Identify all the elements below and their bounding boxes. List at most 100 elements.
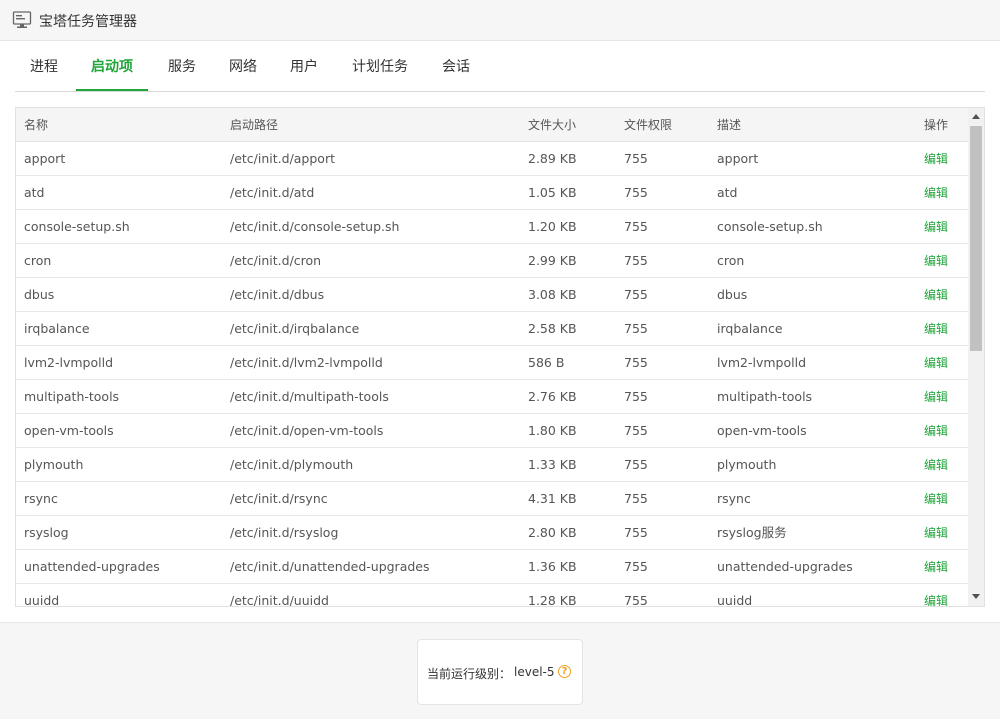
table-row: unattended-upgrades/etc/init.d/unattende… xyxy=(16,550,968,584)
table-row: atd/etc/init.d/atd 1.05 KB 755 atd 编辑 xyxy=(16,176,968,210)
header-path[interactable]: 启动路径 xyxy=(230,108,278,142)
edit-link[interactable]: 编辑 xyxy=(924,584,948,606)
cell-name: rsyslog xyxy=(24,525,69,540)
cell-path: /etc/init.d/apport xyxy=(230,151,335,166)
cell-size: 4.31 KB xyxy=(528,491,577,506)
scrollbar-thumb[interactable] xyxy=(970,126,982,351)
cell-description: open-vm-tools xyxy=(717,423,807,438)
cell-permission: 755 xyxy=(624,423,648,438)
monitor-icon xyxy=(12,11,32,28)
tab-users[interactable]: 用户 xyxy=(288,42,320,92)
edit-link[interactable]: 编辑 xyxy=(924,278,948,312)
cell-size: 1.33 KB xyxy=(528,457,577,472)
cell-description: uuidd xyxy=(717,593,753,607)
cell-name: open-vm-tools xyxy=(24,423,114,438)
cell-name: atd xyxy=(24,185,45,200)
cell-size: 1.20 KB xyxy=(528,219,577,234)
cell-name: cron xyxy=(24,253,52,268)
cell-path: /etc/init.d/unattended-upgrades xyxy=(230,559,430,574)
tab-startup[interactable]: 启动项 xyxy=(88,42,136,92)
cell-name: lvm2-lvmpolld xyxy=(24,355,114,370)
tab-network[interactable]: 网络 xyxy=(227,42,259,92)
table-row: open-vm-tools/etc/init.d/open-vm-tools 1.… xyxy=(16,414,968,448)
tab-services[interactable]: 服务 xyxy=(166,42,198,92)
cell-path: /etc/init.d/open-vm-tools xyxy=(230,423,384,438)
help-icon[interactable]: ? xyxy=(558,665,571,678)
scroll-down-arrow-icon[interactable] xyxy=(972,594,980,599)
edit-link[interactable]: 编辑 xyxy=(924,346,948,380)
run-level-box: 当前运行级别： level-5 ? xyxy=(417,639,583,705)
vertical-scrollbar[interactable] xyxy=(968,108,984,606)
cell-size: 1.80 KB xyxy=(528,423,577,438)
active-tab-indicator xyxy=(76,89,148,91)
edit-link[interactable]: 编辑 xyxy=(924,380,948,414)
cell-description: apport xyxy=(717,151,759,166)
cell-permission: 755 xyxy=(624,321,648,336)
header-description[interactable]: 描述 xyxy=(717,108,741,142)
cell-path: /etc/init.d/multipath-tools xyxy=(230,389,389,404)
run-level-label: 当前运行级别： xyxy=(427,667,512,681)
cell-path: /etc/init.d/rsyslog xyxy=(230,525,339,540)
header-size[interactable]: 文件大小 xyxy=(528,108,576,142)
table-row: rsync/etc/init.d/rsync 4.31 KB 755 rsync 编辑 xyxy=(16,482,968,516)
cell-name: plymouth xyxy=(24,457,84,472)
cell-permission: 755 xyxy=(624,525,648,540)
header-permission[interactable]: 文件权限 xyxy=(624,108,672,142)
cell-permission: 755 xyxy=(624,151,648,166)
tab-scheduled-tasks[interactable]: 计划任务 xyxy=(350,42,410,92)
cell-name: dbus xyxy=(24,287,55,302)
cell-permission: 755 xyxy=(624,559,648,574)
edit-link[interactable]: 编辑 xyxy=(924,482,948,516)
cell-size: 2.58 KB xyxy=(528,321,577,336)
table-row: irqbalance/etc/init.d/irqbalance 2.58 KB 7… xyxy=(16,312,968,346)
cell-description: unattended-upgrades xyxy=(717,559,853,574)
cell-size: 2.80 KB xyxy=(528,525,577,540)
table-row: console-setup.sh/etc/init.d/console-setu… xyxy=(16,210,968,244)
cell-permission: 755 xyxy=(624,355,648,370)
cell-name: uuidd xyxy=(24,593,60,607)
edit-link[interactable]: 编辑 xyxy=(924,516,948,550)
table-row: cron/etc/init.d/cron 2.99 KB 755 cron 编辑 xyxy=(16,244,968,278)
cell-permission: 755 xyxy=(624,219,648,234)
cell-name: unattended-upgrades xyxy=(24,559,160,574)
header-name[interactable]: 名称 xyxy=(24,108,48,142)
cell-size: 2.76 KB xyxy=(528,389,577,404)
cell-size: 1.36 KB xyxy=(528,559,577,574)
edit-link[interactable]: 编辑 xyxy=(924,550,948,584)
edit-link[interactable]: 编辑 xyxy=(924,142,948,176)
cell-permission: 755 xyxy=(624,287,648,302)
cell-description: dbus xyxy=(717,287,748,302)
title-bar: 宝塔任务管理器 xyxy=(0,0,1000,41)
cell-size: 3.08 KB xyxy=(528,287,577,302)
table-row: plymouth/etc/init.d/plymouth 1.33 KB 755 pl… xyxy=(16,448,968,482)
edit-link[interactable]: 编辑 xyxy=(924,176,948,210)
tab-processes[interactable]: 进程 xyxy=(28,42,60,92)
table-row: lvm2-lvmpolld/etc/init.d/lvm2-lvmpolld 58… xyxy=(16,346,968,380)
cell-path: /etc/init.d/lvm2-lvmpolld xyxy=(230,355,383,370)
scroll-up-arrow-icon[interactable] xyxy=(972,114,980,119)
cell-size: 1.28 KB xyxy=(528,593,577,607)
cell-name: console-setup.sh xyxy=(24,219,130,234)
edit-link[interactable]: 编辑 xyxy=(924,312,948,346)
table-row: dbus/etc/init.d/dbus 3.08 KB 755 dbus 编辑 xyxy=(16,278,968,312)
startup-table: 名称 启动路径 文件大小 文件权限 描述 操作 apport/etc/init.… xyxy=(15,107,985,607)
edit-link[interactable]: 编辑 xyxy=(924,414,948,448)
cell-size: 1.05 KB xyxy=(528,185,577,200)
cell-path: /etc/init.d/plymouth xyxy=(230,457,354,472)
edit-link[interactable]: 编辑 xyxy=(924,210,948,244)
tab-sessions[interactable]: 会话 xyxy=(440,42,472,92)
cell-description: console-setup.sh xyxy=(717,219,823,234)
cell-description: rsyslog服务 xyxy=(717,525,787,540)
cell-path: /etc/init.d/dbus xyxy=(230,287,325,302)
cell-permission: 755 xyxy=(624,389,648,404)
edit-link[interactable]: 编辑 xyxy=(924,244,948,278)
cell-path: /etc/init.d/uuidd xyxy=(230,593,329,607)
edit-link[interactable]: 编辑 xyxy=(924,448,948,482)
cell-size: 2.89 KB xyxy=(528,151,577,166)
cell-description: rsync xyxy=(717,491,751,506)
cell-description: lvm2-lvmpolld xyxy=(717,355,807,370)
tab-bar: 进程 启动项 服务 网络 用户 计划任务 会话 xyxy=(15,42,985,92)
table-row: apport/etc/init.d/apport 2.89 KB 755 apport… xyxy=(16,142,968,176)
footer: 当前运行级别： level-5 ? xyxy=(0,622,1000,719)
table-row: uuidd/etc/init.d/uuidd 1.28 KB 755 uuidd 编辑 xyxy=(16,584,968,607)
